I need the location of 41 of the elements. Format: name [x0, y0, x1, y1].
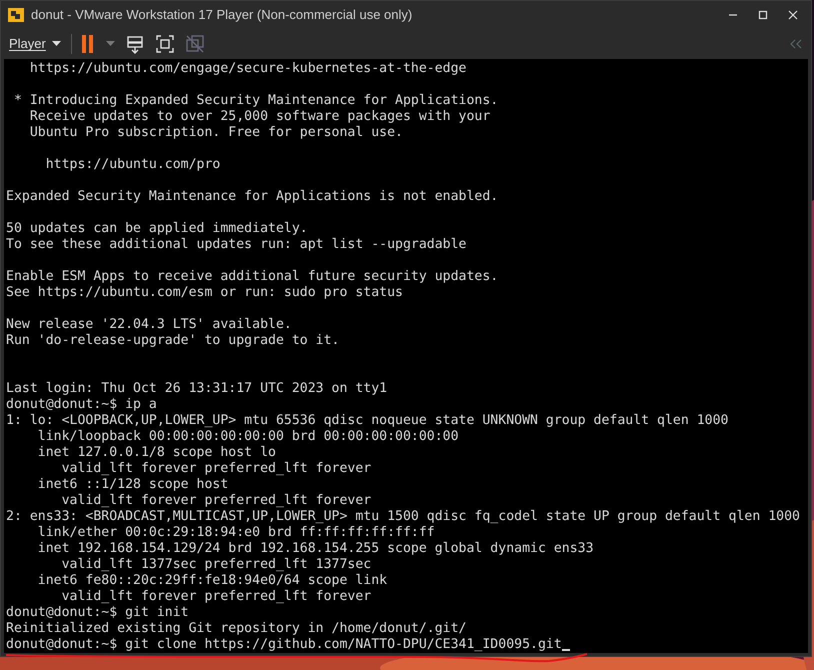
terminal-line: * Introducing Expanded Security Maintenance for Applications. [12, 93, 498, 109]
terminal-line: valid_lft 1377sec preferred_lft 1377sec [60, 557, 372, 573]
terminal-line: 1: lo: <LOOPBACK,UP,LOWER_UP> mtu 65536 qdisc noqueue state UNKNOWN group default qlen 1000 [6, 413, 728, 429]
terminal-line: inet6 fe80::20c:29ff:fe18:94e0/64 scope link [36, 573, 388, 589]
terminal-line: Expanded Security Maintenance for Applications is not enabled. [6, 189, 498, 205]
terminal-line: Receive updates to over 25,000 software packages with your [28, 109, 490, 125]
terminal-line: inet6 ::1/128 scope host [36, 477, 228, 493]
terminal-line: To see these additional updates run: apt list --upgradable [6, 237, 466, 253]
terminal-line: https://ubuntu.com/engage/secure-kubernetes-at-the-edge [28, 61, 466, 77]
terminal-line: valid_lft forever preferred_lft forever [60, 461, 372, 477]
terminal-line: link/loopback 00:00:00:00:00:00 brd 00:00:00:00:00:00 [36, 429, 459, 445]
close-icon [788, 10, 798, 20]
terminal-line: donut@donut:~$ git init [6, 605, 189, 621]
player-menu-button[interactable]: Player [9, 34, 61, 54]
app-logo-icon [7, 6, 25, 24]
terminal-line: 2: ens33: <BROADCAST,MULTICAST,UP,LOWER_UP> mtu 1500 qdisc fq_codel state UP group default qlen 1000 [6, 509, 800, 525]
cursor-icon [562, 649, 570, 651]
terminal-line: donut@donut:~$ ip a [6, 397, 157, 413]
terminal-line: link/ether 00:0c:29:18:94:e0 brd ff:ff:ff:ff:ff:ff [36, 525, 435, 541]
terminal-line: Last login: Thu Oct 26 13:31:17 UTC 2023 on tty1 [6, 381, 388, 397]
terminal-line: New release '22.04.3 LTS' available. [6, 317, 292, 333]
fullscreen-icon[interactable] [154, 34, 175, 54]
terminal-line: Reinitialized existing Git repository in /home/donut/.git/ [6, 621, 466, 637]
window-title: donut - VMware Workstation 17 Player (Non-commercial use only) [31, 6, 412, 24]
terminal-line: valid_lft forever preferred_lft forever [60, 493, 372, 509]
terminal-line: Enable ESM Apps to receive additional future security updates. [6, 269, 498, 285]
terminal-line: Ubuntu Pro subscription. Free for personal use. [28, 125, 403, 141]
terminal-line: valid_lft forever preferred_lft forever [60, 589, 372, 605]
caret-icon [52, 41, 61, 47]
caret-icon[interactable] [106, 41, 115, 47]
terminal-line: inet 127.0.0.1/8 scope host lo [36, 445, 276, 461]
send-keys-icon[interactable] [124, 34, 145, 54]
terminal-line: inet 192.168.154.129/24 brd 192.168.154.255 scope global dynamic ens33 [36, 541, 594, 557]
terminal-line: 50 updates can be applied immediately. [6, 221, 308, 237]
collapse-icon[interactable] [789, 39, 803, 49]
terminal-line: donut@donut:~$ git clone https://github.com/NATTO-DPU/CE341_ID0095.git [6, 637, 562, 653]
maximize-icon [758, 10, 768, 20]
terminal-line: Run 'do-release-upgrade' to upgrade to it. [6, 333, 340, 349]
terminal-line: See https://ubuntu.com/esm or run: sudo pro status [6, 285, 403, 301]
terminal-line: https://ubuntu.com/pro [44, 157, 220, 173]
pause-button[interactable] [82, 34, 96, 54]
